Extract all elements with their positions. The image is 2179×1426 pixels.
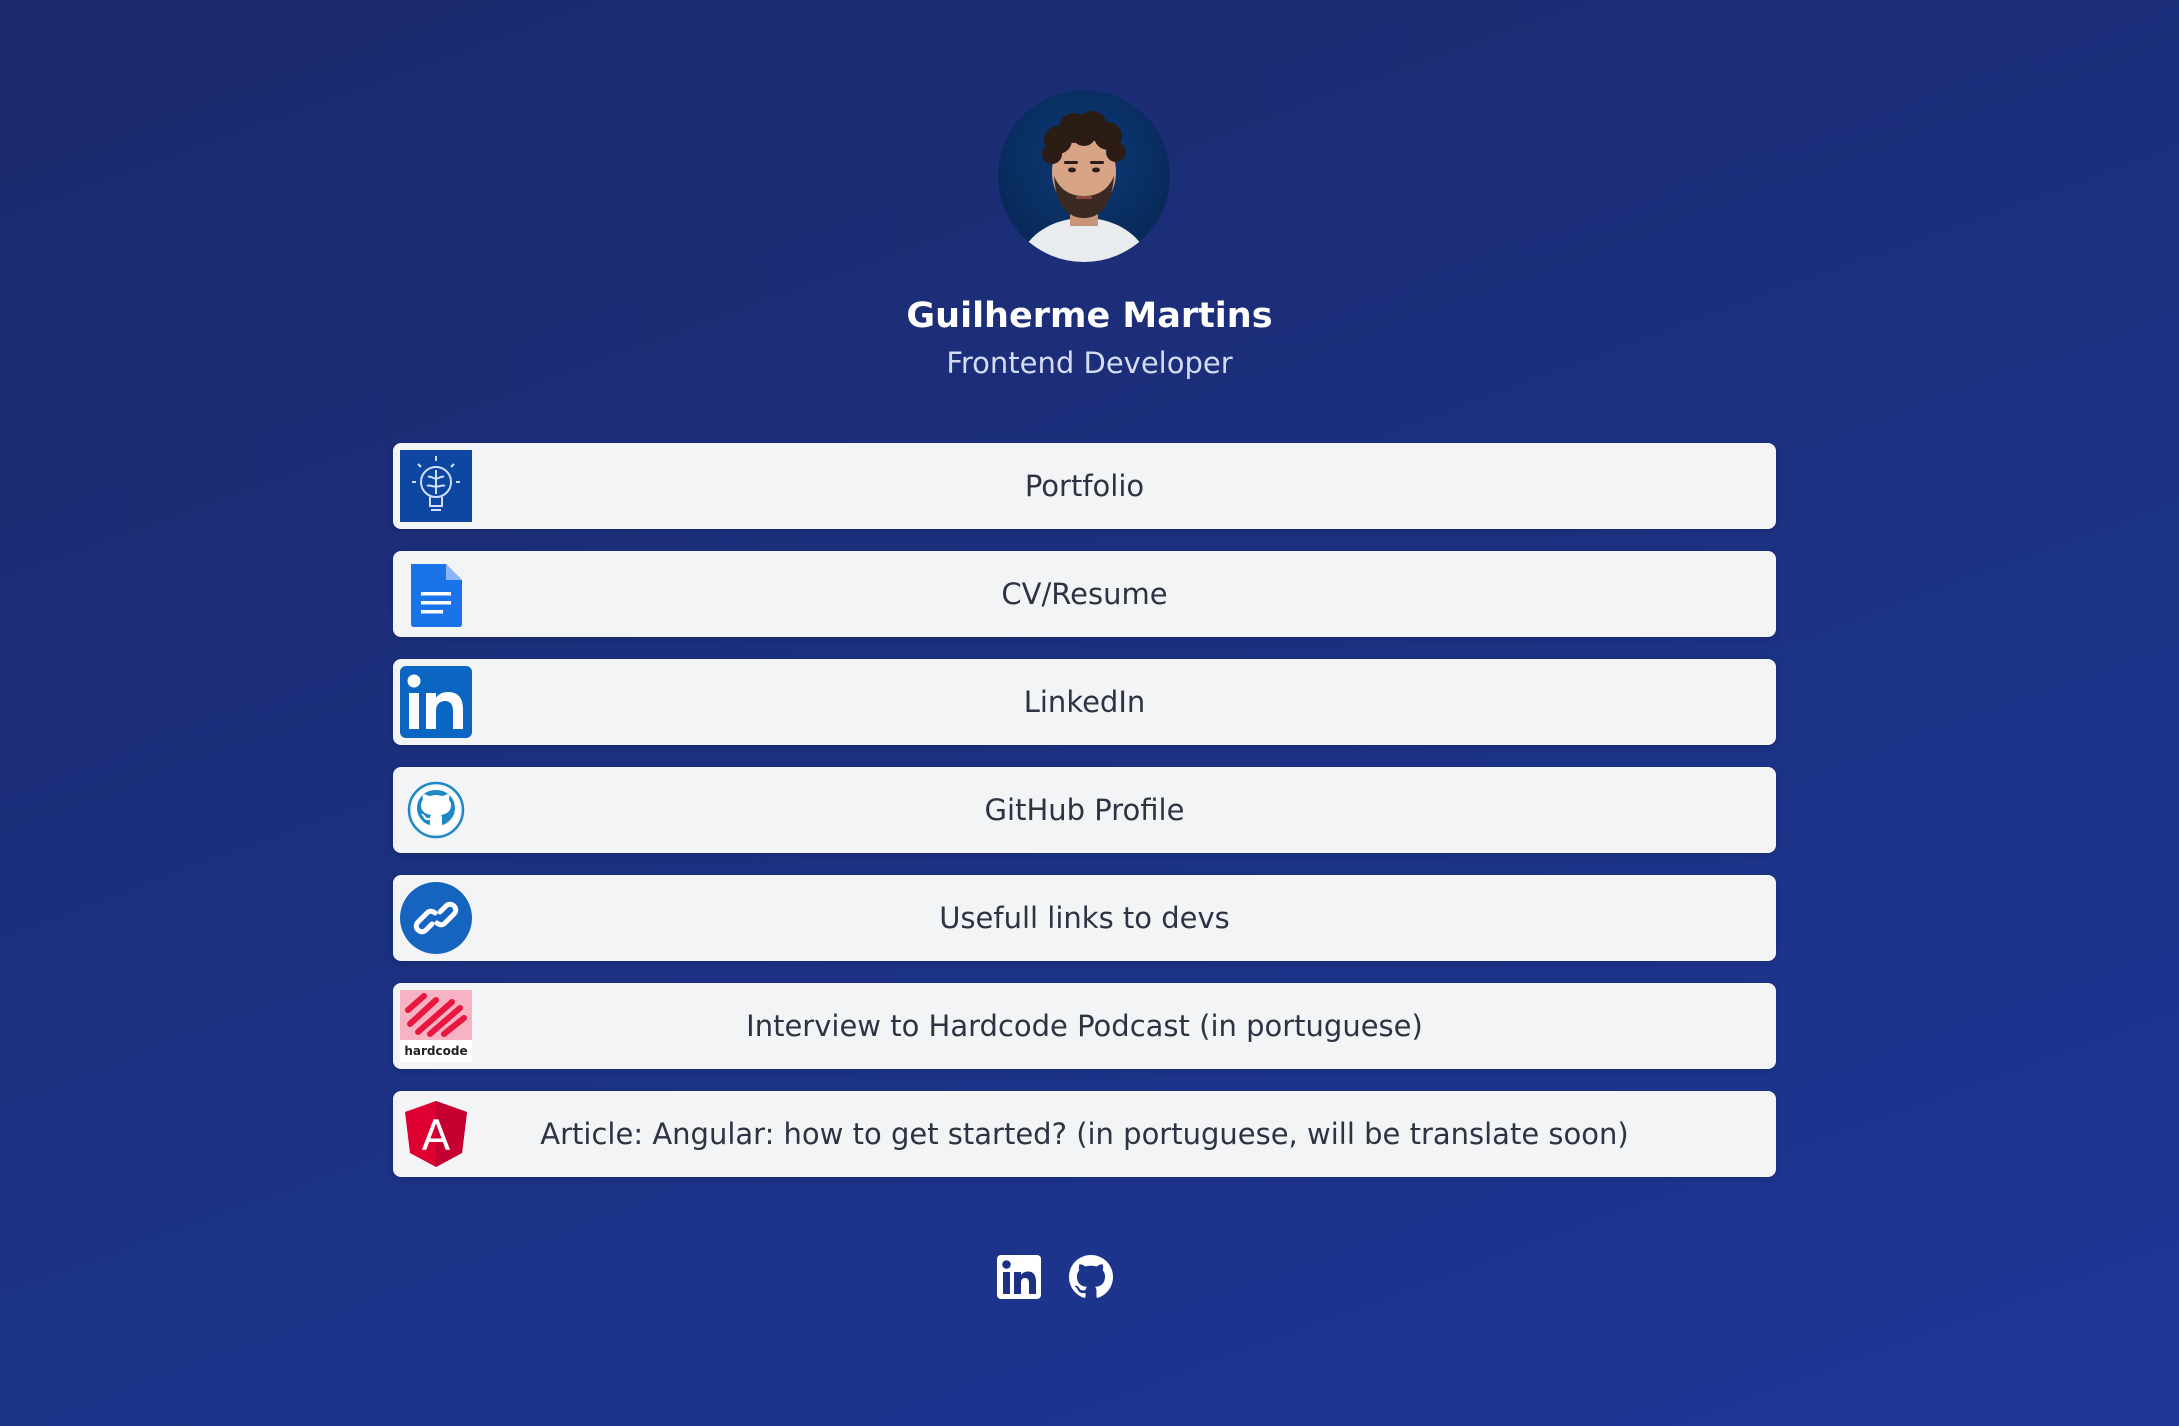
footer-social <box>996 1254 1116 1304</box>
lightbulb-brain-icon <box>400 450 472 522</box>
svg-text:hardcode: hardcode <box>404 1044 467 1058</box>
link-label: LinkedIn <box>1023 685 1146 719</box>
link-label: Article: Angular: how to get started? (i… <box>540 1117 1629 1151</box>
github-icon <box>407 781 465 839</box>
link-github[interactable]: GitHub Profile <box>393 767 1776 853</box>
profile-name: Guilherme Martins <box>906 296 1273 336</box>
link-portfolio[interactable]: Portfolio <box>393 443 1776 529</box>
link-label: Usefull links to devs <box>939 901 1230 935</box>
link-label: GitHub Profile <box>984 793 1185 827</box>
link-hardcode-podcast[interactable]: hardcode Interview to Hardcode Podcast (… <box>393 983 1776 1069</box>
document-icon <box>411 564 462 627</box>
link-label: Portfolio <box>1024 469 1145 503</box>
link-cv-resume[interactable]: CV/Resume <box>393 551 1776 637</box>
linkedin-icon[interactable] <box>996 1254 1042 1300</box>
linkedin-icon <box>400 666 472 738</box>
avatar-photo <box>1018 111 1150 262</box>
link-useful-links[interactable]: Usefull links to devs <box>393 875 1776 961</box>
hardcode-logo-icon: hardcode <box>400 990 472 1062</box>
svg-text:A: A <box>422 1111 451 1160</box>
avatar <box>998 90 1170 262</box>
link-label: Interview to Hardcode Podcast (in portug… <box>746 1009 1423 1043</box>
link-list: Portfolio CV/Resume LinkedIn GitHub Prof… <box>393 443 1776 1199</box>
angular-icon: A <box>405 1101 467 1167</box>
link-icon <box>400 882 472 954</box>
github-icon[interactable] <box>1068 1254 1114 1300</box>
link-label: CV/Resume <box>1001 577 1168 611</box>
link-angular-article[interactable]: A Article: Angular: how to get started? … <box>393 1091 1776 1177</box>
link-linkedin[interactable]: LinkedIn <box>393 659 1776 745</box>
profile-role: Frontend Developer <box>946 346 1233 380</box>
